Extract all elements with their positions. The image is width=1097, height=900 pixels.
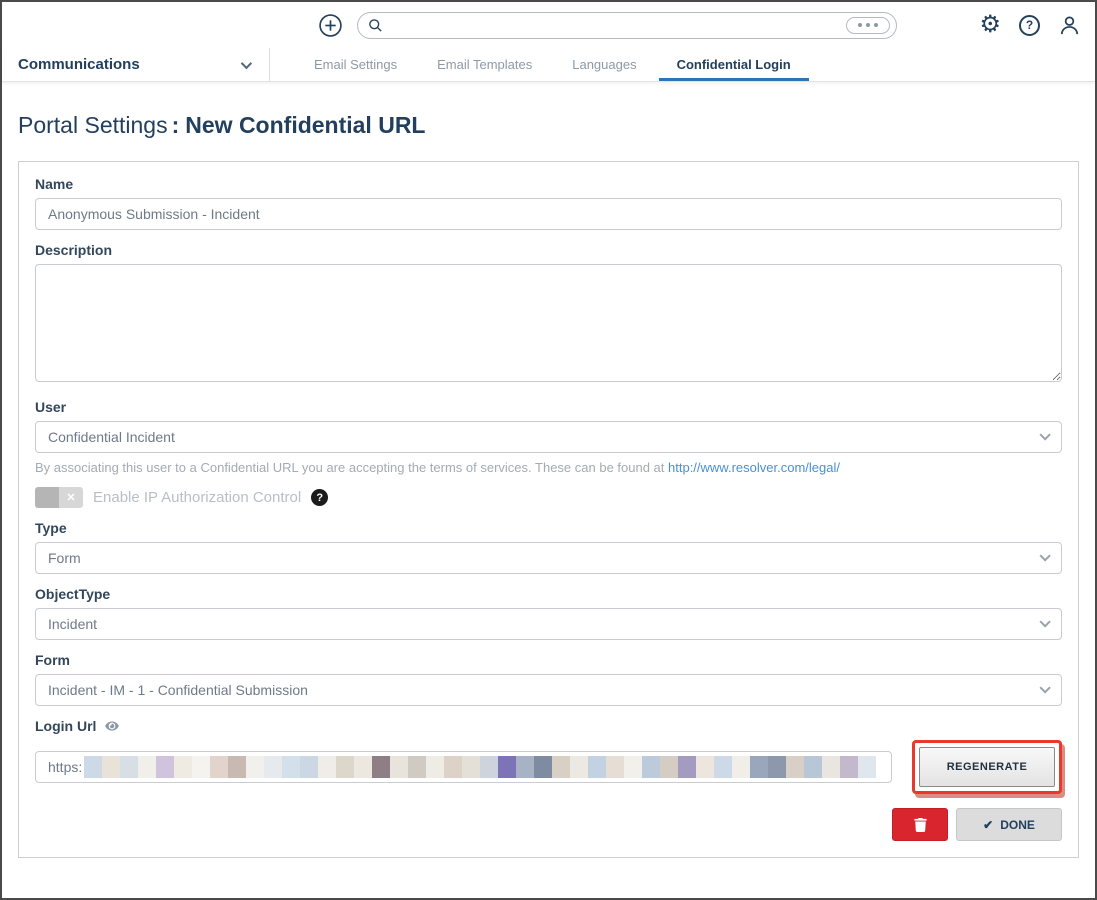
module-dropdown-label: Communications <box>18 56 140 73</box>
page-title-separator: : <box>172 112 180 138</box>
annotation-highlight-box: REGENERATE <box>912 740 1062 794</box>
terms-helper-text: By associating this user to a Confidenti… <box>35 460 1062 475</box>
name-label: Name <box>35 176 1062 192</box>
login-url-row: https: REGENERATE <box>35 740 1062 794</box>
delete-button[interactable] <box>892 808 948 841</box>
objecttype-select-value: Incident <box>48 616 97 632</box>
search-icon <box>368 18 383 33</box>
search-bar[interactable] <box>357 12 897 39</box>
toggle-off-knob: ✕ <box>59 487 83 508</box>
user-select-value: Confidential Incident <box>48 429 175 445</box>
login-url-label: Login Url <box>35 718 96 734</box>
user-profile-icon[interactable] <box>1058 14 1081 37</box>
nav-tabs: Email Settings Email Templates Languages… <box>294 48 811 81</box>
login-url-prefix: https: <box>48 759 82 775</box>
tab-languages[interactable]: Languages <box>552 48 656 81</box>
redacted-url-mosaic <box>84 756 885 778</box>
chevron-down-icon <box>1039 682 1050 693</box>
tab-confidential-login[interactable]: Confidential Login <box>657 48 811 81</box>
question-help-icon[interactable]: ? <box>311 489 328 506</box>
regenerate-button[interactable]: REGENERATE <box>919 747 1055 787</box>
toggle-track <box>35 487 59 508</box>
search-input[interactable] <box>391 18 838 33</box>
module-dropdown-communications[interactable]: Communications <box>2 48 270 81</box>
page-title-prefix: Portal Settings <box>18 112 168 138</box>
chevron-down-icon <box>1039 616 1050 627</box>
done-button[interactable]: ✔ DONE <box>956 808 1062 841</box>
tab-email-settings[interactable]: Email Settings <box>294 48 417 81</box>
ip-authorization-label: Enable IP Authorization Control <box>93 489 301 506</box>
add-button[interactable] <box>318 13 343 38</box>
type-label: Type <box>35 520 1062 536</box>
topbar: ⚙ ? <box>2 2 1095 48</box>
confidential-url-form-panel: Name Description User Confidential Incid… <box>18 161 1079 858</box>
chevron-down-icon <box>241 57 252 68</box>
help-icon[interactable]: ? <box>1019 15 1040 36</box>
user-label: User <box>35 399 1062 415</box>
eye-icon[interactable] <box>104 720 120 732</box>
type-select-value: Form <box>48 550 81 566</box>
topbar-right-icons: ⚙ ? <box>979 13 1081 37</box>
type-select[interactable]: Form <box>35 542 1062 574</box>
user-select[interactable]: Confidential Incident <box>35 421 1062 453</box>
objecttype-label: ObjectType <box>35 586 1062 602</box>
person-icon <box>1058 14 1081 37</box>
more-options-icon[interactable] <box>846 17 890 34</box>
ip-authorization-toggle[interactable]: ✕ <box>35 487 83 508</box>
login-url-label-row: Login Url <box>35 718 1062 734</box>
ip-authorization-row: ✕ Enable IP Authorization Control ? <box>35 487 1062 508</box>
form-actions: ✔ DONE <box>35 808 1062 841</box>
page-title: Portal Settings:New Confidential URL <box>18 112 1079 139</box>
form-select-value: Incident - IM - 1 - Confidential Submiss… <box>48 682 308 698</box>
page-title-main: New Confidential URL <box>185 112 425 138</box>
tab-email-templates[interactable]: Email Templates <box>417 48 552 81</box>
description-textarea[interactable] <box>35 264 1062 382</box>
plus-circle-icon <box>318 13 343 38</box>
done-button-label: DONE <box>1000 818 1035 832</box>
terms-link[interactable]: http://www.resolver.com/legal/ <box>668 460 840 475</box>
app-window: { "icons": { "gear": "⚙", "help": "?", "… <box>0 0 1097 900</box>
name-input[interactable] <box>35 198 1062 230</box>
description-label: Description <box>35 242 1062 258</box>
objecttype-select[interactable]: Incident <box>35 608 1062 640</box>
form-label: Form <box>35 652 1062 668</box>
terms-text: By associating this user to a Confidenti… <box>35 460 668 475</box>
chevron-down-icon <box>1039 429 1050 440</box>
check-icon: ✔ <box>983 818 993 832</box>
form-select[interactable]: Incident - IM - 1 - Confidential Submiss… <box>35 674 1062 706</box>
settings-gear-icon[interactable]: ⚙ <box>979 13 1001 37</box>
navbar: Communications Email Settings Email Temp… <box>2 48 1095 82</box>
trash-icon <box>914 818 927 832</box>
login-url-input[interactable]: https: <box>35 751 892 783</box>
chevron-down-icon <box>1039 550 1050 561</box>
